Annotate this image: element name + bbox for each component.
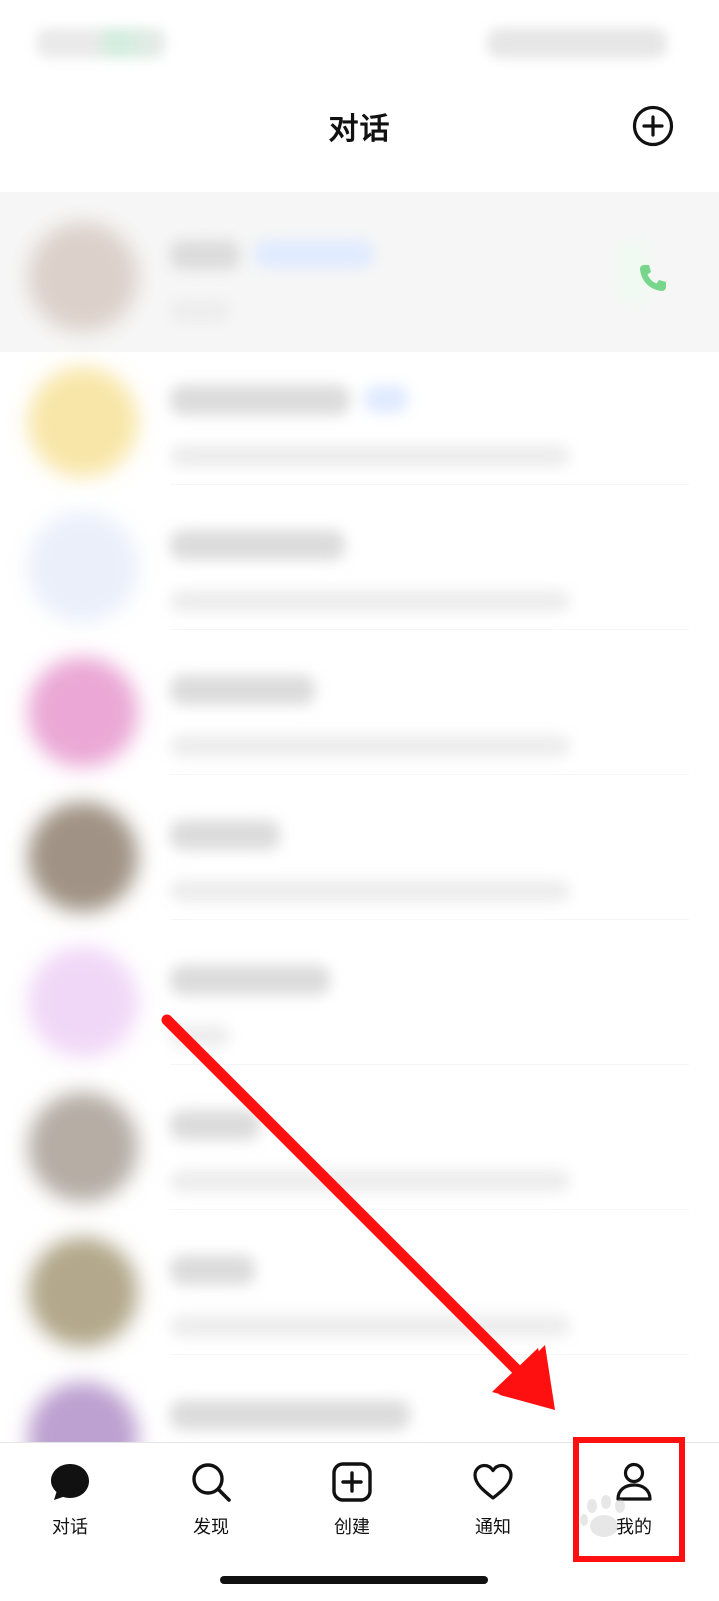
conversation-name-blurred [170,675,315,705]
nav-item-chat[interactable]: 对话 [20,1461,120,1561]
heart-icon [473,1463,513,1500]
conversation-tag-blurred [364,385,408,413]
conversation-preview-blurred [170,880,570,902]
nav-label: 创建 [334,1517,370,1537]
conversation-preview-blurred [170,1025,230,1047]
home-indicator [220,1576,488,1584]
conversation-preview-blurred [170,735,570,757]
conversation-name-blurred [170,530,345,560]
avatar[interactable] [28,222,138,332]
annotation-highlight-box [573,1437,685,1562]
avatar[interactable] [28,367,138,477]
search-icon [192,1463,231,1502]
avatar[interactable] [28,657,138,767]
nav-label: 通知 [475,1517,511,1537]
nav-item-notifications[interactable]: 通知 [443,1461,543,1561]
conversation-preview-blurred [170,590,570,612]
conversation-name-blurred [170,385,350,415]
conversation-row[interactable] [0,1207,719,1355]
conversation-row[interactable] [0,192,719,352]
conversation-preview-blurred [170,1170,570,1192]
conversation-row[interactable] [0,1062,719,1210]
conversation-preview-blurred [170,1315,570,1337]
nav-label: 发现 [193,1517,229,1537]
status-icons-blurred [487,28,667,58]
conversation-name-blurred [170,1255,255,1285]
avatar[interactable] [28,802,138,912]
conversation-tag-blurred [254,240,374,268]
page-title: 对话 [328,113,391,146]
conversation-preview-blurred [170,300,230,322]
avatar[interactable] [28,512,138,622]
avatar[interactable] [28,1092,138,1202]
conversation-row[interactable] [0,482,719,630]
avatar[interactable] [28,1237,138,1347]
plus-circle-icon[interactable] [631,104,675,148]
conversation-preview-blurred [170,445,570,467]
nav-item-discover[interactable]: 发现 [161,1461,261,1561]
status-time-blurred [36,28,166,58]
avatar[interactable] [28,947,138,1057]
conversation-row[interactable] [0,917,719,1065]
plus-square-icon [332,1462,372,1502]
conversation-name-blurred [170,1400,410,1430]
conversation-list[interactable] [0,192,719,1472]
conversation-row[interactable] [0,337,719,485]
conversation-row[interactable] [0,627,719,775]
nav-item-create[interactable]: 创建 [302,1461,402,1561]
chat-bubble-icon [51,1464,89,1500]
conversation-name-blurred [170,1110,260,1140]
conversation-name-blurred [170,820,280,850]
conversation-name-blurred [170,965,330,995]
phone-icon[interactable] [637,262,669,294]
conversation-row[interactable] [0,772,719,920]
status-bar [0,0,719,80]
header: 对话 [0,80,719,190]
nav-label: 对话 [52,1517,88,1537]
conversation-name-blurred [170,240,240,270]
